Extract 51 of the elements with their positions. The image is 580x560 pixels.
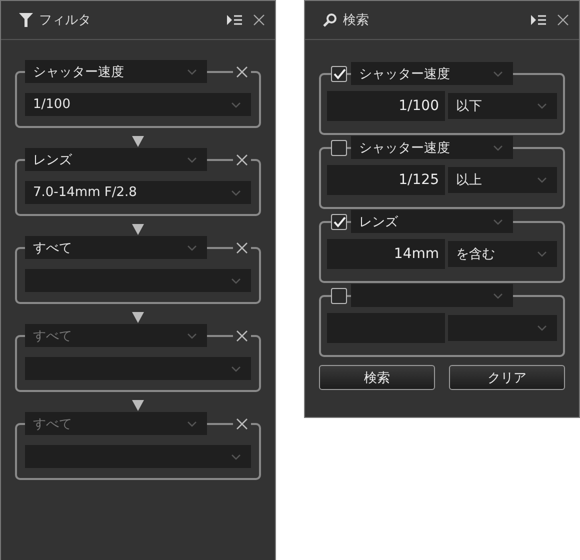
operator-dropdown[interactable]: 以上	[448, 167, 557, 193]
operator-dropdown[interactable]: を含む	[448, 241, 557, 267]
close-icon[interactable]	[557, 14, 569, 26]
field-dropdown[interactable]: シャッター速度	[351, 136, 513, 159]
chevron-icon	[187, 156, 197, 162]
chevron-icon	[493, 218, 503, 224]
filter-icon	[19, 13, 33, 27]
chevron-icon	[537, 177, 547, 183]
down-triangle-icon	[132, 312, 144, 323]
checkbox[interactable]	[331, 66, 347, 82]
checkbox[interactable]	[331, 288, 347, 304]
value-dropdown[interactable]: 7.0-14mm F/2.8	[25, 181, 251, 204]
operator-dropdown[interactable]: 以下	[448, 93, 557, 119]
chevron-icon	[187, 420, 197, 426]
chevron-icon	[537, 325, 547, 331]
chevron-icon	[231, 190, 241, 196]
search-icon	[323, 13, 337, 27]
chevron-icon	[231, 366, 241, 372]
panel-menu-icon[interactable]	[227, 14, 243, 26]
field-dropdown[interactable]: シャッター速度	[351, 62, 513, 85]
panel-title: フィルタ	[39, 12, 91, 29]
chevron-icon	[493, 70, 503, 76]
action-button[interactable]: 検索	[319, 365, 435, 390]
checkbox[interactable]	[331, 140, 347, 156]
down-triangle-icon	[132, 136, 144, 147]
field-dropdown[interactable]: レンズ	[25, 148, 207, 171]
value-dropdown[interactable]: 1/100	[25, 93, 251, 116]
panel-menu-icon[interactable]	[531, 14, 547, 26]
value-field[interactable]: 1/100	[327, 91, 445, 121]
chevron-icon	[231, 102, 241, 108]
panel-title: 検索	[343, 12, 369, 29]
chevron-icon	[493, 144, 503, 150]
value-field[interactable]: 14mm	[327, 239, 445, 269]
down-triangle-icon	[132, 224, 144, 235]
chevron-icon	[231, 278, 241, 284]
chevron-icon	[537, 251, 547, 257]
close-icon[interactable]	[253, 14, 265, 26]
field-dropdown[interactable]	[351, 284, 513, 307]
action-button[interactable]: クリア	[449, 365, 565, 390]
checkbox[interactable]	[331, 214, 347, 230]
field-dropdown[interactable]: レンズ	[351, 210, 513, 233]
down-triangle-icon	[132, 400, 144, 411]
chevron-icon	[231, 454, 241, 460]
field-dropdown[interactable]: すべて	[25, 236, 207, 259]
chevron-icon	[187, 244, 197, 250]
field-dropdown[interactable]: シャッター速度	[25, 60, 207, 83]
chevron-icon	[187, 68, 197, 74]
value-field[interactable]: 1/125	[327, 165, 445, 195]
chevron-icon	[493, 292, 503, 298]
chevron-icon	[537, 103, 547, 109]
chevron-icon	[187, 332, 197, 338]
